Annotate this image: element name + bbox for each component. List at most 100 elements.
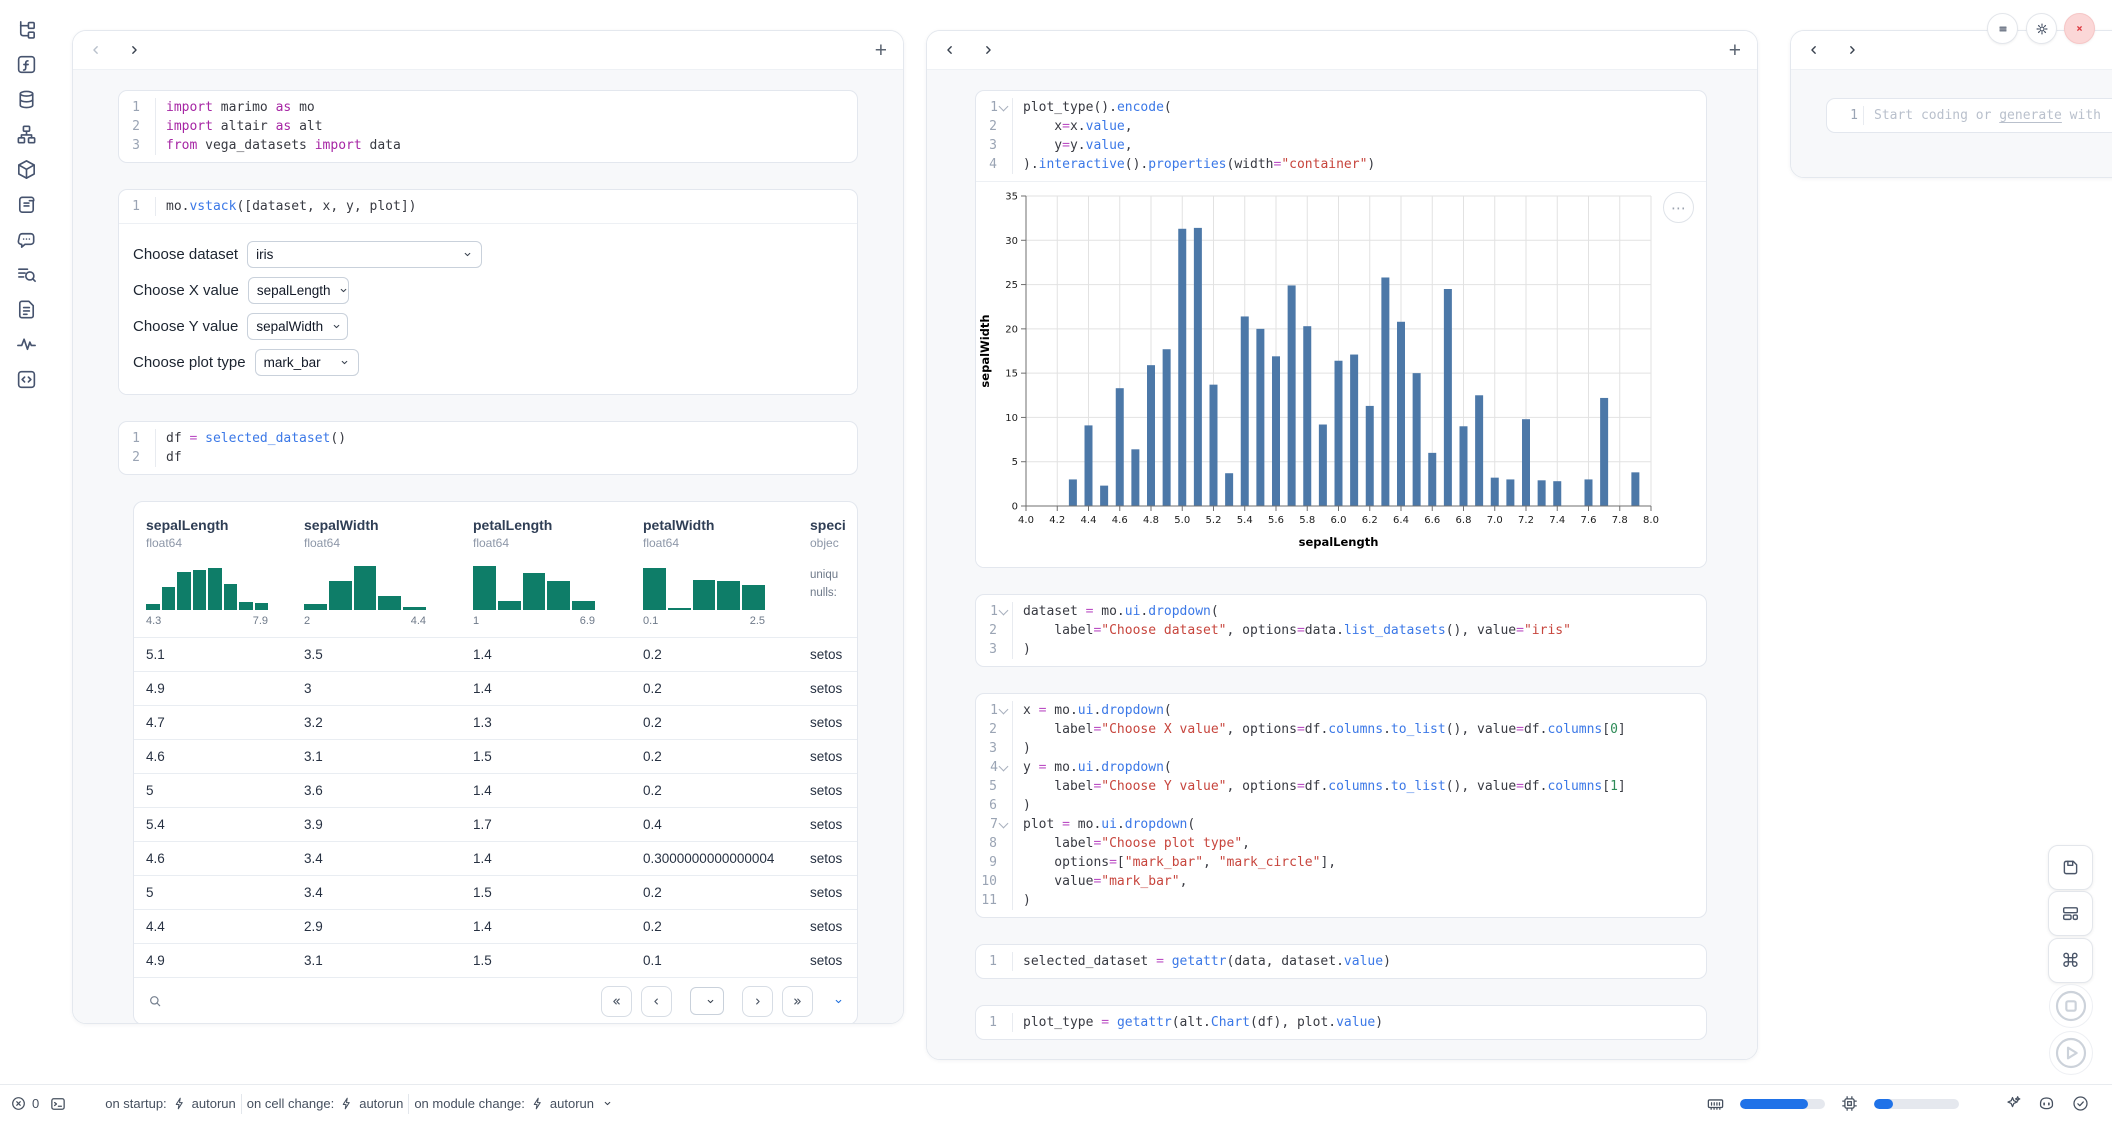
check-circle-icon[interactable]	[2071, 1094, 2090, 1113]
selected-dataset-cell: 1selected_dataset = getattr(data, datase…	[975, 944, 1707, 979]
code-editor[interactable]: 1import marimo as mo2import altair as al…	[119, 91, 857, 162]
chevron-right-icon[interactable]	[127, 43, 141, 57]
terminal-button[interactable]	[49, 1095, 67, 1113]
code-editor[interactable]: 1mo.vstack([dataset, x, y, plot])	[119, 190, 857, 223]
chevron-left-icon[interactable]	[943, 43, 957, 57]
code-placeholder[interactable]: Start coding or generate with	[1863, 106, 2112, 125]
chevron-right-icon[interactable]	[981, 43, 995, 57]
file-tree-icon[interactable]	[15, 18, 38, 41]
generate-with-ai-link: generate	[1999, 108, 2062, 123]
autorun-on-startup[interactable]: on startup:autorun	[105, 1096, 236, 1111]
code-editor[interactable]: 1dataset = mo.ui.dropdown(2 label="Choos…	[976, 595, 1706, 666]
first-page-button[interactable]	[601, 986, 632, 1017]
database-icon[interactable]	[15, 88, 38, 111]
code-editor[interactable]: 1plot_type = getattr(alt.Chart(df), plot…	[976, 1006, 1706, 1039]
add-cell-button[interactable]: +	[1729, 40, 1741, 61]
settings-button[interactable]	[2026, 13, 2057, 44]
notebook-column-2: + 1plot_type().encode(2 x=x.value,3 y=y.…	[926, 30, 1758, 1060]
table-header: sepalLengthfloat644.37.9sepalWidthfloat6…	[134, 502, 857, 637]
copilot-icon[interactable]	[2037, 1094, 2056, 1113]
empty-code-cell[interactable]: 1 Start coding or generate with	[1826, 98, 2112, 133]
keyboard-shortcuts-button[interactable]: ⌘	[2048, 938, 2093, 983]
plot-cell: 1plot_type().encode(2 x=x.value,3 y=y.va…	[975, 90, 1707, 568]
document-icon[interactable]	[15, 298, 38, 321]
table-row[interactable]: 5.43.91.70.4setos	[134, 807, 857, 841]
table-row[interactable]: 4.63.41.40.3000000000000004setos	[134, 841, 857, 875]
dependency-graph-icon[interactable]	[15, 123, 38, 146]
imports-cell: 1import marimo as mo2import altair as al…	[118, 90, 858, 163]
column-header[interactable]: petalLengthfloat6416.9	[461, 517, 631, 627]
page-select[interactable]	[690, 987, 724, 1015]
column-header[interactable]: speciobjecuniqunulls:	[798, 517, 857, 627]
column-header[interactable]: sepalWidthfloat6424.4	[292, 517, 461, 627]
functions-icon[interactable]	[15, 53, 38, 76]
config-value: autorun	[550, 1096, 594, 1111]
lightning-icon	[172, 1096, 187, 1111]
table-row[interactable]: 4.931.40.2setos	[134, 671, 857, 705]
last-page-button[interactable]	[782, 986, 813, 1017]
code-editor[interactable]: 1x = mo.ui.dropdown(2 label="Choose X va…	[976, 694, 1706, 917]
close-icon	[2072, 21, 2087, 36]
table-row[interactable]: 53.61.40.2setos	[134, 773, 857, 807]
svg-text:15: 15	[1005, 369, 1018, 380]
panel-header	[1791, 31, 2112, 69]
run-button[interactable]	[2049, 1031, 2093, 1075]
altair-chart[interactable]: 4.04.24.44.64.85.05.25.45.65.86.06.26.46…	[976, 181, 1706, 567]
chart-actions-button[interactable]: ⋯	[1663, 192, 1694, 223]
play-circle-icon	[2051, 1033, 2091, 1073]
search-icon[interactable]	[147, 993, 163, 1009]
snippets-icon[interactable]	[15, 193, 38, 216]
column-header[interactable]: petalWidthfloat640.12.5	[631, 517, 798, 627]
table-row[interactable]: 4.93.11.50.1setos	[134, 943, 857, 977]
code-editor[interactable]: 1plot_type().encode(2 x=x.value,3 y=y.va…	[976, 91, 1706, 181]
table-row[interactable]: 5.13.51.40.2setos	[134, 637, 857, 671]
autorun-on-module-change[interactable]: on module change:autorun	[414, 1096, 613, 1111]
chevron-right-icon[interactable]	[1845, 43, 1859, 57]
config-value: autorun	[192, 1096, 236, 1111]
y-value-select[interactable]: sepalWidth	[247, 313, 348, 340]
dataset-select[interactable]: iris	[247, 241, 482, 268]
package-icon[interactable]	[15, 158, 38, 181]
save-button[interactable]	[2048, 845, 2093, 890]
prev-page-button[interactable]	[641, 986, 672, 1017]
chevron-left-icon[interactable]	[1807, 43, 1821, 57]
chevron-left-icon[interactable]	[89, 43, 103, 57]
table-row[interactable]: 4.63.11.50.2setos	[134, 739, 857, 773]
plot-type-select[interactable]: mark_bar	[255, 349, 359, 376]
chat-bot-icon[interactable]	[15, 228, 38, 251]
add-cell-button[interactable]: +	[875, 40, 887, 61]
svg-text:25: 25	[1005, 280, 1018, 291]
shutdown-button[interactable]	[2064, 13, 2095, 44]
stop-button[interactable]	[2049, 984, 2093, 1028]
code-editor[interactable]: 1selected_dataset = getattr(data, datase…	[976, 945, 1706, 978]
next-page-button[interactable]	[742, 986, 773, 1017]
x-value-select[interactable]: sepalLength	[248, 277, 349, 304]
circle-x-icon	[10, 1095, 27, 1112]
chevron-down-icon	[833, 996, 844, 1007]
chevron-down-icon	[338, 285, 349, 296]
menu-button[interactable]	[1987, 13, 2018, 44]
dataframe-cell: 1df = selected_dataset()2df	[118, 421, 858, 475]
layout-button[interactable]	[2048, 891, 2093, 936]
code-editor[interactable]: 1df = selected_dataset()2df	[119, 422, 857, 474]
ai-sparkles-icon[interactable]	[2003, 1094, 2022, 1113]
chevron-down-icon	[331, 321, 342, 332]
layout-grid-icon	[2060, 903, 2081, 924]
tracing-icon[interactable]	[15, 333, 38, 356]
fold-chevron-icon	[999, 818, 1009, 828]
fold-chevron-icon	[999, 704, 1009, 714]
column-header[interactable]: sepalLengthfloat644.37.9	[134, 517, 292, 627]
download-button[interactable]	[829, 996, 844, 1007]
table-row[interactable]: 4.42.91.40.2setos	[134, 909, 857, 943]
logs-search-icon[interactable]	[15, 263, 38, 286]
scratchpad-code-icon[interactable]	[15, 368, 38, 391]
svg-text:4.2: 4.2	[1049, 515, 1065, 526]
autorun-on-cell-change[interactable]: on cell change:autorun	[247, 1096, 404, 1111]
table-row[interactable]: 53.41.50.2setos	[134, 875, 857, 909]
cpu-usage-meter[interactable]	[1874, 1099, 1959, 1109]
line-number: 3	[976, 640, 1012, 659]
svg-text:10: 10	[1005, 413, 1018, 424]
table-row[interactable]: 4.73.21.30.2setos	[134, 705, 857, 739]
ram-usage-meter[interactable]	[1740, 1099, 1825, 1109]
errors-indicator[interactable]: 0	[10, 1095, 39, 1112]
